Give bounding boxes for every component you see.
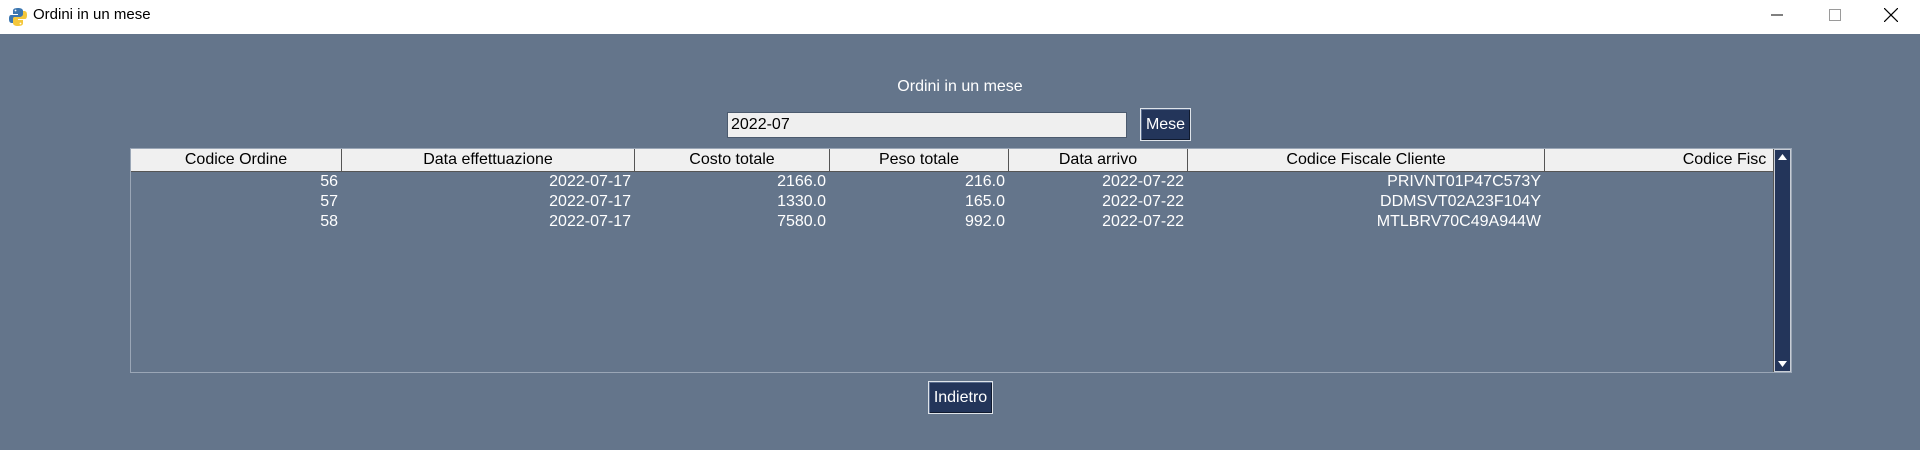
cell-codice-fiscale-cliente: PRIVNT01P47C573Y xyxy=(1387,173,1541,190)
table-header: Codice Ordine Data effettuazione Costo t… xyxy=(131,149,1773,172)
table-row[interactable]: 58 2022-07-17 7580.0 992.0 2022-07-22 MT… xyxy=(131,212,1773,232)
mese-button[interactable]: Mese xyxy=(1140,108,1191,141)
indietro-button[interactable]: Indietro xyxy=(928,381,993,414)
cell-data-arrivo: 2022-07-22 xyxy=(1102,173,1184,190)
minimize-icon xyxy=(1771,14,1783,16)
arrow-down-icon xyxy=(1778,361,1787,367)
orders-table: Codice Ordine Data effettuazione Costo t… xyxy=(130,148,1792,373)
cell-codice-ordine: 58 xyxy=(320,213,338,230)
cell-codice-fiscale-truncated xyxy=(1545,172,1773,192)
scrollbar-thumb[interactable] xyxy=(1775,164,1790,357)
cell-data-effettuazione: 2022-07-17 xyxy=(549,193,631,210)
scroll-down-button[interactable] xyxy=(1775,357,1790,371)
cell-codice-fiscale-cliente: DDMSVT02A23F104Y xyxy=(1380,193,1541,210)
column-header-peso-totale[interactable]: Peso totale xyxy=(830,149,1009,171)
close-button[interactable] xyxy=(1862,0,1920,30)
cell-peso-totale: 992.0 xyxy=(964,213,1005,230)
cell-codice-fiscale-truncated xyxy=(1545,192,1773,212)
scroll-up-button[interactable] xyxy=(1775,150,1790,164)
arrow-up-icon xyxy=(1778,154,1787,160)
cell-costo-totale: 7580.0 xyxy=(777,213,826,230)
minimize-button[interactable] xyxy=(1748,0,1806,30)
cell-data-arrivo: 2022-07-22 xyxy=(1102,193,1184,210)
column-header-costo-totale[interactable]: Costo totale xyxy=(635,149,830,171)
cell-data-effettuazione: 2022-07-17 xyxy=(549,173,631,190)
window-title: Ordini in un mese xyxy=(33,6,151,23)
column-header-codice-fiscale-cliente[interactable]: Codice Fiscale Cliente xyxy=(1188,149,1545,171)
table-viewport: Codice Ordine Data effettuazione Costo t… xyxy=(131,149,1773,372)
maximize-button[interactable] xyxy=(1806,0,1864,30)
python-icon xyxy=(9,8,27,26)
table-row[interactable]: 57 2022-07-17 1330.0 165.0 2022-07-22 DD… xyxy=(131,192,1773,212)
title-bar: Ordini in un mese xyxy=(0,0,1920,34)
table-row[interactable]: 56 2022-07-17 2166.0 216.0 2022-07-22 PR… xyxy=(131,172,1773,192)
cell-codice-ordine: 57 xyxy=(320,193,338,210)
cell-codice-ordine: 56 xyxy=(320,173,338,190)
cell-costo-totale: 2166.0 xyxy=(777,173,826,190)
column-header-codice-ordine[interactable]: Codice Ordine xyxy=(131,149,342,171)
cell-codice-fiscale-cliente: MTLBRV70C49A944W xyxy=(1376,213,1541,230)
month-input[interactable] xyxy=(727,112,1127,138)
cell-peso-totale: 165.0 xyxy=(964,193,1005,210)
vertical-scrollbar[interactable] xyxy=(1773,149,1791,372)
cell-codice-fiscale-truncated xyxy=(1545,212,1773,232)
column-header-data-effettuazione[interactable]: Data effettuazione xyxy=(342,149,635,171)
cell-peso-totale: 216.0 xyxy=(964,173,1005,190)
column-header-data-arrivo[interactable]: Data arrivo xyxy=(1009,149,1188,171)
close-icon xyxy=(1884,8,1898,22)
table-body: 56 2022-07-17 2166.0 216.0 2022-07-22 PR… xyxy=(131,172,1773,232)
column-header-codice-fiscale-truncated[interactable]: Codice Fisc xyxy=(1545,149,1773,171)
maximize-icon xyxy=(1829,9,1841,21)
cell-data-arrivo: 2022-07-22 xyxy=(1102,213,1184,230)
cell-costo-totale: 1330.0 xyxy=(777,193,826,210)
page-title: Ordini in un mese xyxy=(897,78,1023,95)
cell-data-effettuazione: 2022-07-17 xyxy=(549,213,631,230)
